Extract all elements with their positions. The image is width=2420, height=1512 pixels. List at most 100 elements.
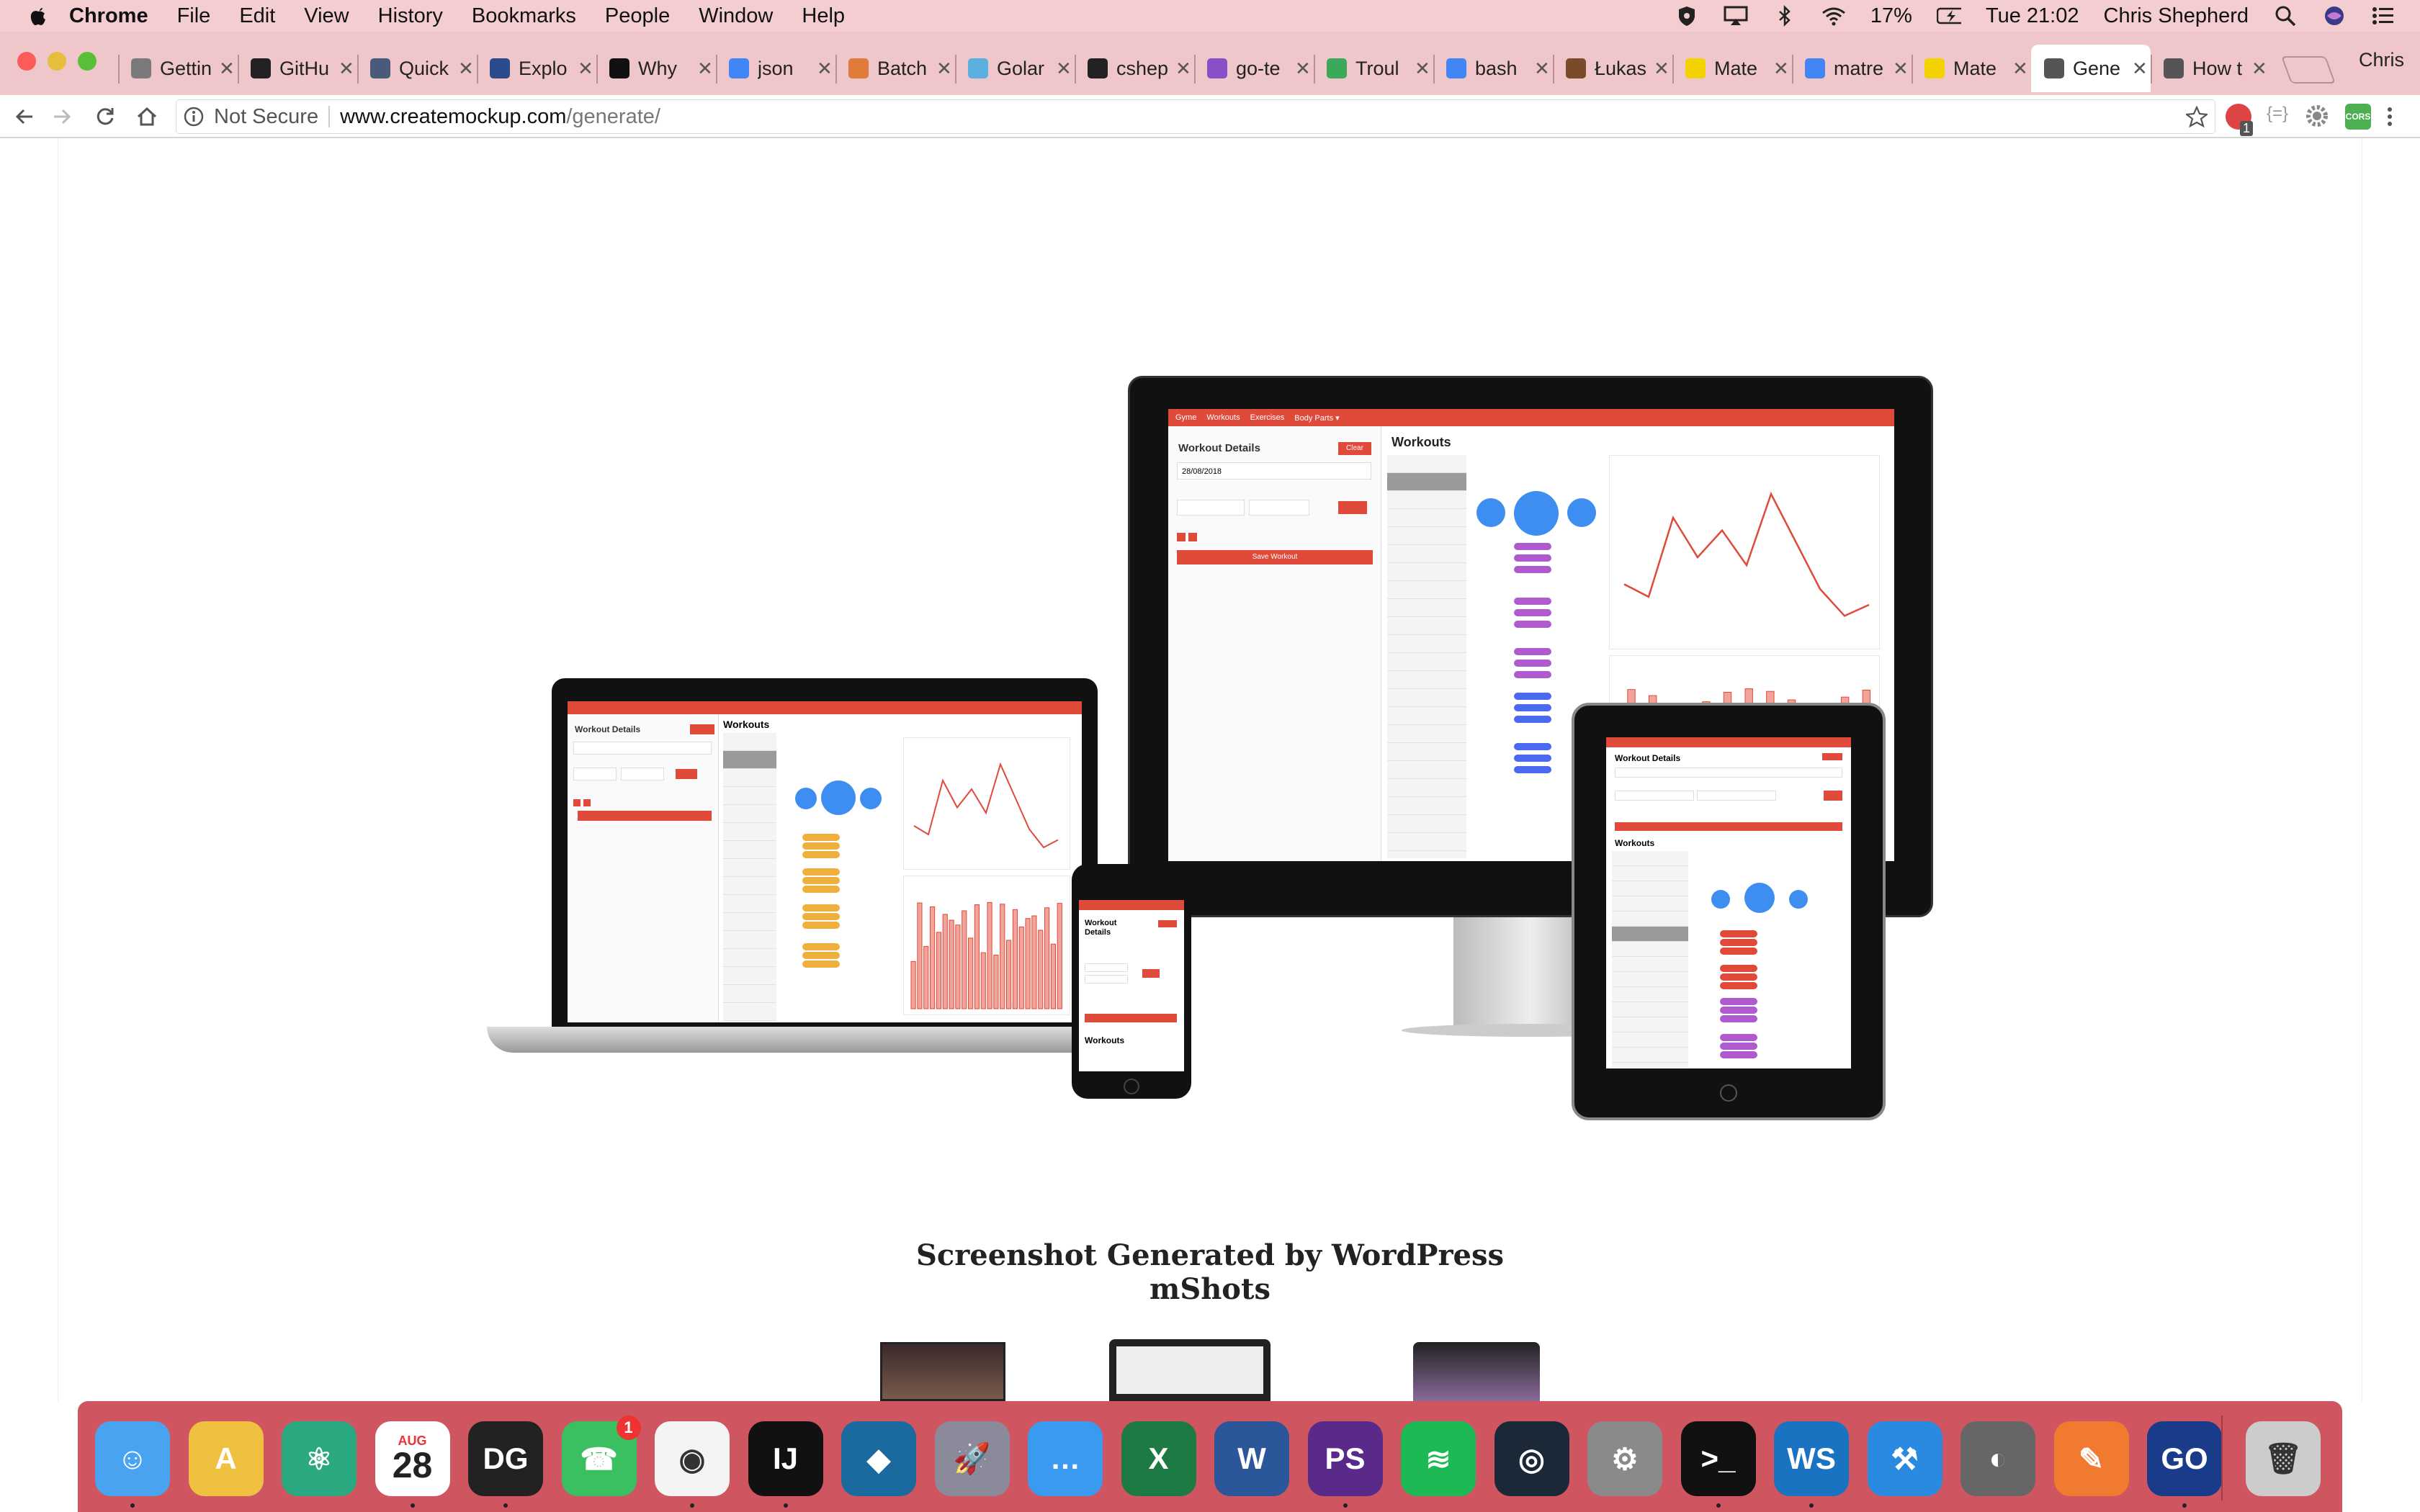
spotlight-search-icon[interactable] [2273, 5, 2298, 27]
tab-close-icon[interactable]: ✕ [1056, 58, 1075, 80]
tab-close-icon[interactable]: ✕ [1773, 58, 1792, 80]
tab-close-icon[interactable]: ✕ [458, 58, 477, 80]
thumbnail-laptop[interactable] [880, 1342, 1005, 1401]
webstorm-dock-icon[interactable]: WS [1774, 1421, 1849, 1496]
tab-17[interactable]: How t ✕ [2151, 45, 2270, 92]
tab-4[interactable]: Why ✕ [596, 45, 716, 92]
home-icon[interactable] [133, 102, 161, 131]
forward-icon[interactable] [48, 102, 76, 131]
tab-10[interactable]: Troul ✕ [1314, 45, 1433, 92]
tab-8[interactable]: cshep ✕ [1075, 45, 1194, 92]
menubar-clock[interactable]: Tue 21:02 [1986, 4, 2079, 28]
tab-close-icon[interactable]: ✕ [936, 58, 955, 80]
datagrip-dock-icon[interactable]: DG [468, 1421, 543, 1496]
thumbnail-tablet[interactable] [1413, 1342, 1540, 1401]
reload-icon[interactable] [91, 102, 120, 131]
tab-close-icon[interactable]: ✕ [339, 58, 357, 80]
tab-13[interactable]: Mate ✕ [1672, 45, 1792, 92]
facetime-dock-icon[interactable]: ☎ 1 [561, 1416, 641, 1496]
sequel-pro-dock-icon[interactable]: ◐ [1960, 1421, 2035, 1496]
tab-3[interactable]: Explo ✕ [477, 45, 596, 92]
tab-close-icon[interactable]: ✕ [1175, 58, 1194, 80]
menu-people[interactable]: People [605, 4, 670, 28]
menu-history[interactable]: History [378, 4, 443, 28]
bluetooth-icon[interactable] [1773, 5, 1797, 27]
atom-dock-icon[interactable]: ⚛ [282, 1421, 357, 1496]
tab-close-icon[interactable]: ✕ [2251, 58, 2270, 80]
menu-file[interactable]: File [177, 4, 211, 28]
xcode-dock-icon[interactable]: ⚒ [1867, 1421, 1942, 1496]
menu-edit[interactable]: Edit [239, 4, 275, 28]
tab-close-icon[interactable]: ✕ [1893, 58, 1912, 80]
messages-dock-icon[interactable]: … [1028, 1421, 1103, 1496]
tab-12[interactable]: Łukas ✕ [1553, 45, 1672, 92]
battery-charging-icon[interactable] [1936, 5, 1961, 27]
tab-16[interactable]: Gene ✕ [2031, 45, 2151, 92]
word-dock-icon[interactable]: W [1214, 1421, 1289, 1496]
close-window-button[interactable] [17, 52, 36, 71]
terminal-dock-icon[interactable]: >_ [1680, 1421, 1756, 1496]
zoom-window-button[interactable] [78, 52, 97, 71]
profile-button[interactable]: Chris [2359, 49, 2404, 71]
kodi-dock-icon[interactable]: ◆ [841, 1421, 916, 1496]
settings-extension-icon[interactable] [2305, 104, 2331, 130]
mock-workout-row [723, 877, 776, 895]
menu-chrome[interactable]: Chrome [69, 4, 148, 28]
android-studio-dock-icon[interactable]: A [188, 1421, 264, 1496]
excel-dock-icon[interactable]: X [1121, 1421, 1196, 1496]
siri-icon[interactable] [2322, 5, 2347, 27]
minimize-window-button[interactable] [48, 52, 66, 71]
tab-close-icon[interactable]: ✕ [1534, 58, 1553, 80]
notification-center-icon[interactable] [2371, 5, 2396, 27]
address-bar[interactable]: Not Secure www.createmockup.com /generat… [176, 99, 2215, 134]
tab-close-icon[interactable]: ✕ [1654, 58, 1672, 80]
menu-view[interactable]: View [304, 4, 349, 28]
intellij-idea-dock-icon[interactable]: IJ [748, 1421, 823, 1496]
postman-dock-icon[interactable]: ✎ [2053, 1421, 2129, 1496]
tab-1[interactable]: GitHu ✕ [238, 45, 357, 92]
new-tab-button[interactable] [2281, 56, 2336, 84]
cors-extension-icon[interactable]: CORS [2345, 104, 2371, 130]
airplay-icon[interactable] [1724, 5, 1748, 27]
menu-help[interactable]: Help [802, 4, 845, 28]
thumbnail-desktop[interactable] [1109, 1339, 1270, 1401]
tab-2[interactable]: Quick ✕ [357, 45, 477, 92]
tab-6[interactable]: Batch ✕ [835, 45, 955, 92]
wifi-icon[interactable] [1821, 5, 1846, 27]
launchpad-dock-icon[interactable]: 🚀 [934, 1421, 1010, 1496]
info-icon[interactable] [184, 107, 204, 127]
tab-close-icon[interactable]: ✕ [2132, 58, 2151, 80]
tab-0[interactable]: Gettin ✕ [118, 45, 238, 92]
tab-15[interactable]: Mate ✕ [1912, 45, 2031, 92]
goland-dock-icon[interactable]: GO [2147, 1421, 2222, 1496]
back-icon[interactable] [10, 102, 39, 131]
finder-dock-icon[interactable]: ☺ [95, 1421, 170, 1496]
bookmark-star-icon[interactable] [2184, 105, 2209, 133]
tab-7[interactable]: Golar ✕ [955, 45, 1075, 92]
shield-icon[interactable] [1675, 5, 1699, 27]
tab-11[interactable]: bash ✕ [1433, 45, 1553, 92]
json-extension-icon[interactable]: {=} [2264, 104, 2290, 130]
tab-close-icon[interactable]: ✕ [219, 58, 238, 80]
system-preferences-dock-icon[interactable]: ⚙ [1587, 1421, 1662, 1496]
tab-14[interactable]: matre ✕ [1792, 45, 1912, 92]
apple-menu-icon[interactable] [26, 2, 50, 30]
tab-9[interactable]: go-te ✕ [1194, 45, 1314, 92]
menu-window[interactable]: Window [699, 4, 773, 28]
tab-close-icon[interactable]: ✕ [817, 58, 835, 80]
phpstorm-dock-icon[interactable]: PS [1307, 1421, 1383, 1496]
steam-dock-icon[interactable]: ◎ [1494, 1421, 1569, 1496]
chrome-dock-icon[interactable]: ◉ [655, 1421, 730, 1496]
tab-5[interactable]: json ✕ [716, 45, 835, 92]
menu-bookmarks[interactable]: Bookmarks [472, 4, 576, 28]
menubar-user[interactable]: Chris Shepherd [2104, 4, 2249, 28]
spotify-dock-icon[interactable]: ≋ [1401, 1421, 1476, 1496]
tab-close-icon[interactable]: ✕ [1415, 58, 1433, 80]
trash-dock-icon[interactable]: 🗑 [2246, 1421, 2321, 1496]
tab-close-icon[interactable]: ✕ [1295, 58, 1314, 80]
calendar-dock-icon[interactable]: AUG 28 [375, 1421, 450, 1496]
tab-close-icon[interactable]: ✕ [578, 58, 596, 80]
tab-close-icon[interactable]: ✕ [697, 58, 716, 80]
chrome-menu-icon[interactable] [2383, 104, 2408, 130]
tab-close-icon[interactable]: ✕ [2012, 58, 2031, 80]
